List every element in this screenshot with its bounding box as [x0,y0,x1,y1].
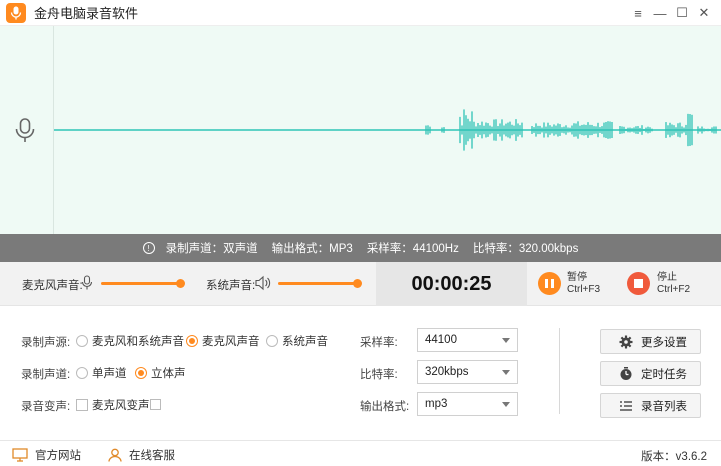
chevron-down-icon [502,402,510,407]
speaker-icon [254,275,272,294]
mic-volume-slider[interactable] [101,279,185,288]
version-label: 版本：v3.6.2 [641,451,707,463]
menu-icon[interactable]: ≡ [627,2,649,24]
app-title: 金舟电脑录音软件 [34,6,139,21]
checkbox-label: 麦克风变声 [92,400,150,412]
stop-shortcut: Ctrl+F2 [657,284,691,295]
sample-rate-select[interactable]: 44100 [417,328,518,352]
voice-change-label: 录音变声: [21,401,71,413]
official-site-link[interactable]: 官方网站 [12,447,81,463]
voice-change-checkbox[interactable]: 麦克风变声 [76,397,150,413]
bitrate-value: 320kbps [425,366,469,378]
pause-label: 暂停 [567,272,587,283]
stop-label: 停止 [657,272,677,283]
recording-timer: 00:00:25 [376,262,527,306]
checkbox-icon [76,399,88,411]
mic-volume-thumb[interactable] [175,279,185,288]
online-service-label: 在线客服 [129,450,175,462]
pause-shortcut: Ctrl+F3 [567,284,601,295]
settings-divider [559,328,560,414]
gear-icon [619,335,633,348]
system-volume-thumb[interactable] [352,279,362,288]
radio-label: 系统声音 [282,336,328,348]
info-bitrate: 比特率：320.00kbps [472,243,579,255]
close-button[interactable]: ✕ [693,2,715,24]
radio-label: 麦克风和系统声音 [92,336,184,348]
microphone-icon [13,118,37,147]
info-format: 输出格式：MP3 [271,243,353,255]
system-volume-slider[interactable] [278,279,362,288]
minimize-button[interactable]: — [649,2,671,24]
control-bar: 麦克风声音: 系统声音: 00:00:25 暂停 Ctrl+F3 停止 Ctrl… [0,262,721,306]
record-list-button[interactable]: 录音列表 [600,393,701,418]
app-logo-icon [6,2,26,23]
record-list-label: 录音列表 [641,400,687,413]
monitor-icon [12,448,28,462]
bitrate-select[interactable]: 320kbps [417,360,518,384]
info-sample-rate: 采样率：44100Hz [366,243,459,255]
sample-rate-label: 采样率: [360,337,398,349]
chevron-down-icon [502,370,510,375]
timer-icon [620,366,632,380]
chevron-down-icon [502,338,510,343]
recording-info-bar: ! 录制声道：双声道 输出格式：MP3 采样率：44100Hz 比特率：320.… [0,234,721,262]
radio-selected-icon [186,335,198,347]
info-channel: 录制声道：双声道 [165,243,258,255]
source-option-system[interactable]: 系统声音 [266,333,328,349]
channel-option-mono[interactable]: 单声道 [76,365,127,381]
stop-button[interactable] [627,272,650,295]
radio-icon [76,367,88,379]
radio-label: 麦克风声音 [202,336,260,348]
bitrate-label: 比特率: [360,369,398,381]
source-label: 录制声源: [21,337,71,349]
footer: 官方网站 在线客服 版本：v3.6.2 [0,440,721,466]
radio-icon [266,335,278,347]
radio-icon [76,335,88,347]
user-icon [108,448,122,462]
radio-label: 立体声 [151,368,186,380]
mic-small-icon [81,275,93,294]
source-option-mic-and-system[interactable]: 麦克风和系统声音 [76,333,184,349]
waveform [54,109,721,151]
format-value: mp3 [425,398,448,410]
sample-rate-value: 44100 [425,334,457,346]
title-bar: 金舟电脑录音软件 ≡ — ☐ ✕ [0,0,721,26]
source-option-mic[interactable]: 麦克风声音 [186,333,260,349]
format-label: 输出格式: [360,401,410,413]
pause-button[interactable] [538,272,561,295]
info-icon: ! [142,242,155,254]
radio-label: 单声道 [92,368,127,380]
list-icon [620,400,632,411]
scheduled-task-button[interactable]: 定时任务 [600,361,701,386]
more-settings-button[interactable]: 更多设置 [600,329,701,354]
voice-settings-icon[interactable] [150,399,161,410]
settings-panel: 录制声源: 麦克风和系统声音 麦克风声音 系统声音 录制声道: 单声道 立体声 … [0,306,721,440]
official-site-label: 官方网站 [35,450,81,462]
system-volume-label: 系统声音: [206,280,256,292]
online-service-link[interactable]: 在线客服 [108,447,175,463]
mic-volume-label: 麦克风声音: [22,280,83,292]
channel-label: 录制声道: [21,369,71,381]
waveform-panel [0,26,721,234]
radio-selected-icon [135,367,147,379]
scheduled-task-label: 定时任务 [641,368,687,381]
maximize-button[interactable]: ☐ [671,2,693,24]
channel-option-stereo[interactable]: 立体声 [135,365,186,381]
format-select[interactable]: mp3 [417,392,518,416]
more-settings-label: 更多设置 [641,336,687,349]
